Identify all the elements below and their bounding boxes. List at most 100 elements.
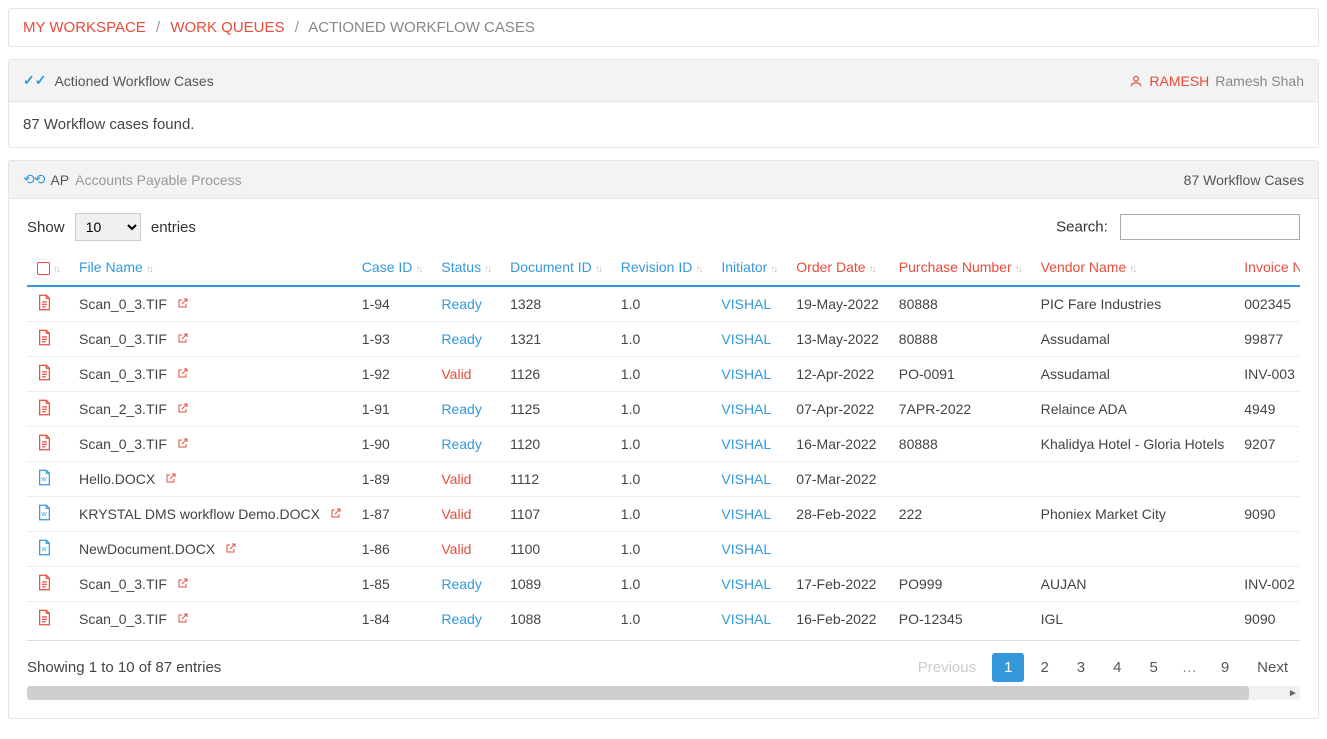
pager-prev[interactable]: Previous [906,653,988,682]
file-name[interactable]: NewDocument.DOCX [79,541,215,557]
col-invoice-number[interactable]: Invoice Number↑↓ [1234,251,1300,286]
file-name[interactable]: Scan_0_3.TIF [79,611,167,627]
status: Valid [441,471,471,487]
pager-page-5[interactable]: 5 [1137,653,1169,682]
case-id: 1-89 [352,462,432,497]
invoice-number [1234,462,1300,497]
revision-id: 1.0 [611,567,712,602]
open-icon[interactable] [177,403,189,417]
file-name[interactable]: Scan_0_3.TIF [79,331,167,347]
document-id: 1100 [500,532,611,567]
table-row[interactable]: Scan_0_3.TIF 1-92Valid11261.0VISHAL12-Ap… [27,357,1300,392]
case-id: 1-87 [352,497,432,532]
table-row[interactable]: Scan_0_3.TIF 1-90Ready11201.0VISHAL16-Ma… [27,427,1300,462]
open-icon[interactable] [177,578,189,592]
file-name[interactable]: Scan_0_3.TIF [79,296,167,312]
file-name[interactable]: Hello.DOCX [79,471,155,487]
summary-panel: ✓✓ Actioned Workflow Cases RAMESH Ramesh… [8,59,1319,148]
select-all-checkbox[interactable] [37,262,50,275]
open-icon[interactable] [165,473,177,487]
col-file-name[interactable]: File Name↑↓ [69,251,352,286]
vendor-name: Phoniex Market City [1031,497,1235,532]
col-status[interactable]: Status↑↓ [431,251,500,286]
initiator[interactable]: VISHAL [721,331,771,347]
pager-page-last[interactable]: 9 [1209,653,1241,682]
user-icon [1129,74,1143,88]
horizontal-scrollbar[interactable]: ◄ ► [27,686,1300,700]
open-icon[interactable] [177,613,189,627]
file-name[interactable]: Scan_0_3.TIF [79,366,167,382]
col-revision-id[interactable]: Revision ID↑↓ [611,251,712,286]
invoice-number: 002345 [1234,286,1300,322]
entries-select[interactable]: 10 [75,213,141,241]
file-name[interactable]: Scan_2_3.TIF [79,401,167,417]
open-icon[interactable] [177,368,189,382]
vendor-name: IGL [1031,602,1235,637]
scroll-right-icon[interactable]: ► [1286,686,1300,700]
initiator[interactable]: VISHAL [721,471,771,487]
invoice-number: 99877 [1234,322,1300,357]
pager-next[interactable]: Next [1245,653,1300,682]
pager-page-1[interactable]: 1 [992,653,1024,682]
initiator[interactable]: VISHAL [721,576,771,592]
initiator[interactable]: VISHAL [721,541,771,557]
found-text: 87 Workflow cases found. [9,102,1318,147]
table-row[interactable]: WNewDocument.DOCX 1-86Valid11001.0VISHAL… [27,532,1300,567]
purchase-number [889,532,1031,567]
table-row[interactable]: WKRYSTAL DMS workflow Demo.DOCX 1-87Vali… [27,497,1300,532]
open-icon[interactable] [330,508,342,522]
status: Ready [441,436,481,452]
open-icon[interactable] [177,438,189,452]
pager-page-4[interactable]: 4 [1101,653,1133,682]
initiator[interactable]: VISHAL [721,436,771,452]
invoice-number [1234,532,1300,567]
user-badge[interactable]: RAMESH Ramesh Shah [1129,73,1304,89]
initiator[interactable]: VISHAL [721,366,771,382]
col-case-id[interactable]: Case ID↑↓ [352,251,432,286]
case-id: 1-85 [352,567,432,602]
pager-page-3[interactable]: 3 [1065,653,1097,682]
col-purchase-number[interactable]: Purchase Number↑↓ [889,251,1031,286]
col-checkbox[interactable]: ↑↓ [27,251,69,286]
purchase-number: 80888 [889,427,1031,462]
open-icon[interactable] [225,543,237,557]
breadcrumb-work-queues[interactable]: WORK QUEUES [170,19,284,36]
invoice-number: INV-002 [1234,567,1300,602]
initiator[interactable]: VISHAL [721,296,771,312]
order-date: 28-Feb-2022 [786,497,889,532]
col-vendor-name[interactable]: Vendor Name↑↓ [1031,251,1235,286]
col-document-id[interactable]: Document ID↑↓ [500,251,611,286]
search-input[interactable] [1120,214,1300,240]
scroll-thumb[interactable] [27,686,1249,700]
process-count: 87 Workflow Cases [1184,172,1304,188]
vendor-name: PIC Fare Industries [1031,286,1235,322]
open-icon[interactable] [177,333,189,347]
table-row[interactable]: Scan_0_3.TIF 1-85Ready10891.0VISHAL17-Fe… [27,567,1300,602]
breadcrumb-my-workspace[interactable]: MY WORKSPACE [23,19,146,36]
col-order-date[interactable]: Order Date↑↓ [786,251,889,286]
table-scroll[interactable]: ↑↓ File Name↑↓ Case ID↑↓ Status↑↓ Docume… [27,251,1300,641]
table-row[interactable]: Scan_0_3.TIF 1-93Ready13211.0VISHAL13-Ma… [27,322,1300,357]
col-initiator[interactable]: Initiator↑↓ [711,251,786,286]
order-date: 16-Mar-2022 [786,427,889,462]
pager-page-2[interactable]: 2 [1028,653,1060,682]
file-name[interactable]: Scan_0_3.TIF [79,436,167,452]
open-icon[interactable] [177,298,189,312]
process-code: AP [50,172,69,188]
initiator[interactable]: VISHAL [721,401,771,417]
initiator[interactable]: VISHAL [721,611,771,627]
revision-id: 1.0 [611,322,712,357]
file-name[interactable]: Scan_0_3.TIF [79,576,167,592]
svg-text:W: W [41,512,47,518]
table-row[interactable]: Scan_0_3.TIF 1-94Ready13281.0VISHAL19-Ma… [27,286,1300,322]
file-name[interactable]: KRYSTAL DMS workflow Demo.DOCX [79,506,320,522]
invoice-number: 4949 [1234,392,1300,427]
file-type-icon: W [37,504,51,524]
order-date: 16-Feb-2022 [786,602,889,637]
initiator[interactable]: VISHAL [721,506,771,522]
case-id: 1-92 [352,357,432,392]
table-row[interactable]: Scan_2_3.TIF 1-91Ready11251.0VISHAL07-Ap… [27,392,1300,427]
process-bar: ⟲⟲ AP Accounts Payable Process 87 Workfl… [9,161,1318,199]
table-row[interactable]: Scan_0_3.TIF 1-84Ready10881.0VISHAL16-Fe… [27,602,1300,637]
table-row[interactable]: WHello.DOCX 1-89Valid11121.0VISHAL07-Mar… [27,462,1300,497]
